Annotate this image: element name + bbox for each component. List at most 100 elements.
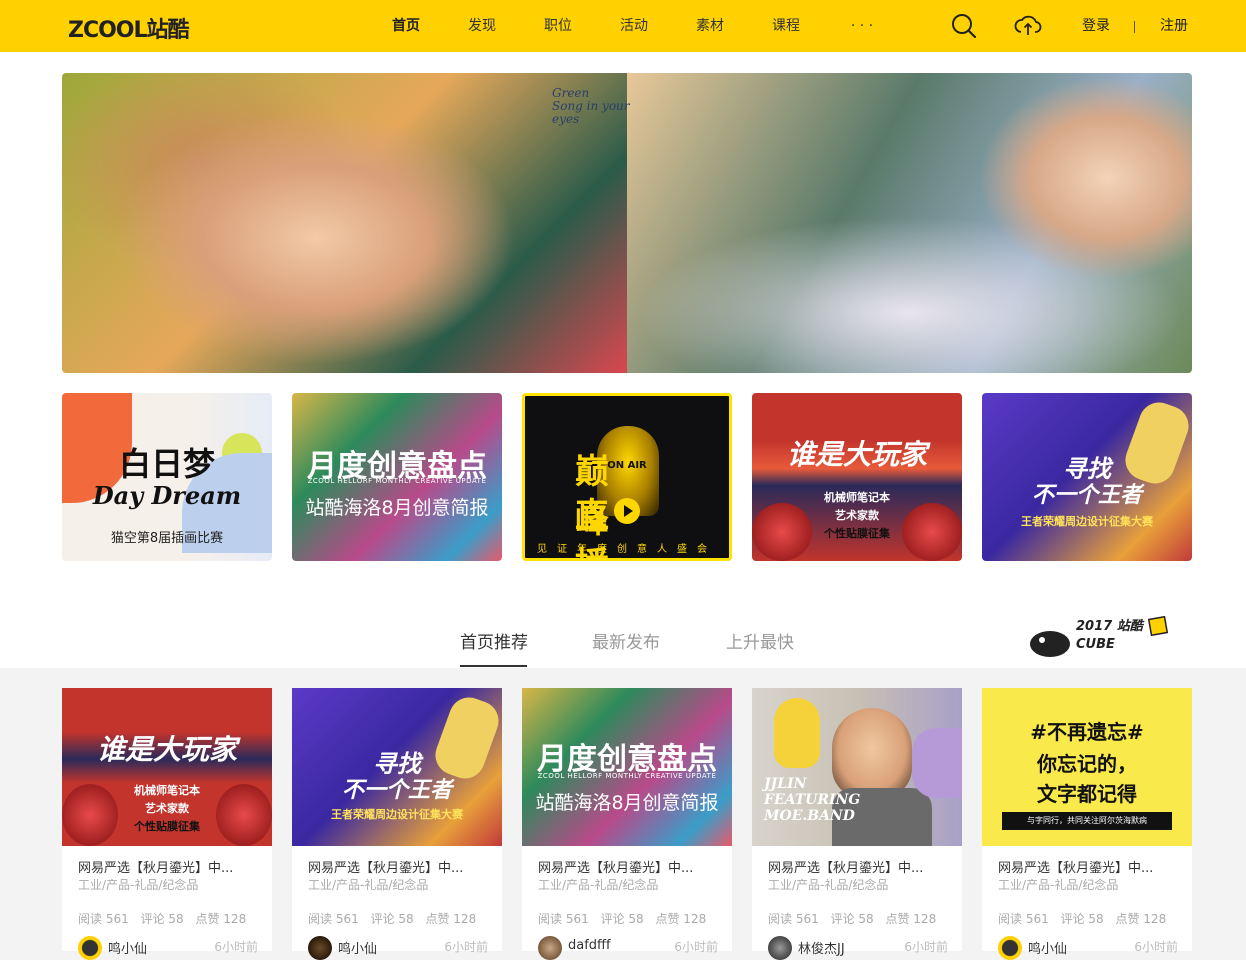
- work-category: 工业/产品-礼品/纪念品: [308, 878, 429, 892]
- nav-item-more[interactable]: · · ·: [824, 0, 900, 52]
- work-thumbnail[interactable]: 谁是大玩家 机械师笔记本 艺术家款 个性贴膜征集: [62, 688, 272, 846]
- nav-item-events[interactable]: 活动: [596, 0, 672, 52]
- work-stats: 阅读 561 评论 58 点赞 128: [308, 910, 484, 927]
- nav-item-discover[interactable]: 发现: [444, 0, 520, 52]
- work-card-grid: 谁是大玩家 机械师笔记本 艺术家款 个性贴膜征集 网易严选【秋月鎏光】中... …: [62, 688, 1192, 960]
- promo-caption: 王者荣耀周边设计征集大赛: [1021, 515, 1153, 528]
- cube-badge[interactable]: 2017 站酷CUBE: [1028, 612, 1178, 664]
- author-row: dafdfff 6小时前: [538, 936, 718, 960]
- work-thumbnail[interactable]: 寻找 不一个王者 王者荣耀周边设计征集大赛: [292, 688, 502, 846]
- banner-photo-right: [627, 73, 1192, 373]
- avatar[interactable]: [308, 936, 332, 960]
- register-link[interactable]: 注册: [1160, 0, 1188, 52]
- tab-trending[interactable]: 上升最快: [726, 628, 794, 653]
- promo-line: 机械师笔记本: [824, 491, 890, 504]
- author-name[interactable]: 鸣小仙: [338, 938, 377, 957]
- author-row: 鸣小仙 6小时前: [308, 936, 488, 960]
- nav-item-home[interactable]: 首页: [368, 0, 444, 52]
- thumb-subtitle: ZCOOL HELLORF MONTHLY CREATIVE UPDATE: [537, 772, 717, 780]
- promo-caption: 见证年度创意人盛会: [537, 544, 717, 555]
- thumb-line: 文字都记得: [1037, 782, 1137, 806]
- main-nav: 首页 发现 职位 活动 素材 课程 · · ·: [368, 0, 900, 52]
- work-card[interactable]: #不再遗忘# 你忘记的， 文字都记得 与字同行，共同关注阿尔茨海默病 网易严选【…: [982, 688, 1192, 960]
- nav-item-materials[interactable]: 素材: [672, 0, 748, 52]
- post-time: 6小时前: [904, 940, 948, 954]
- divider: [1134, 21, 1135, 33]
- work-title[interactable]: 网易严选【秋月鎏光】中...: [78, 857, 258, 876]
- comment-count: 评论 58: [600, 912, 644, 926]
- thumb-line: 艺术家款: [145, 802, 189, 815]
- author-name[interactable]: 鸣小仙: [108, 938, 147, 957]
- work-stats: 阅读 561 评论 58 点赞 128: [768, 910, 944, 927]
- author-name[interactable]: 鸣小仙: [1028, 938, 1067, 957]
- promo-subtitle: ZCOOL HELLORF MONTHLY CREATIVE UPDATE: [307, 477, 487, 485]
- work-card[interactable]: 月度创意盘点 ZCOOL HELLORF MONTHLY CREATIVE UP…: [522, 688, 732, 960]
- nav-item-jobs[interactable]: 职位: [520, 0, 596, 52]
- upload-cloud-icon[interactable]: [1014, 12, 1042, 40]
- zcool-logo[interactable]: ZCOOL站酷: [68, 12, 190, 44]
- work-card[interactable]: 谁是大玩家 机械师笔记本 艺术家款 个性贴膜征集 网易严选【秋月鎏光】中... …: [62, 688, 272, 960]
- post-time: 6小时前: [444, 940, 488, 954]
- work-title[interactable]: 网易严选【秋月鎏光】中...: [998, 857, 1178, 876]
- search-icon[interactable]: [950, 12, 978, 40]
- nav-item-courses[interactable]: 课程: [748, 0, 824, 52]
- play-icon[interactable]: [612, 496, 642, 526]
- toy-figure: [774, 698, 820, 768]
- promo-card-monthly[interactable]: 月度创意盘点 ZCOOL HELLORF MONTHLY CREATIVE UP…: [292, 393, 502, 561]
- author-row: 林俊杰JJ 6小时前: [768, 936, 948, 960]
- work-thumbnail[interactable]: 月度创意盘点 ZCOOL HELLORF MONTHLY CREATIVE UP…: [522, 688, 732, 846]
- work-thumbnail[interactable]: #不再遗忘# 你忘记的， 文字都记得 与字同行，共同关注阿尔茨海默病: [982, 688, 1192, 846]
- work-thumbnail[interactable]: JJLIN FEATURING MOE.BAND: [752, 688, 962, 846]
- work-card[interactable]: 寻找 不一个王者 王者荣耀周边设计征集大赛 网易严选【秋月鎏光】中... 工业/…: [292, 688, 502, 960]
- cube-badge-text: 2017 站酷CUBE: [1076, 619, 1143, 652]
- thumb-line: JJLIN: [764, 776, 807, 792]
- work-stats: 阅读 561 评论 58 点赞 128: [998, 910, 1174, 927]
- post-time: 6小时前: [674, 940, 718, 954]
- hero-banner[interactable]: Green Song in your eyes: [62, 73, 1192, 373]
- read-count: 阅读 561: [308, 912, 359, 926]
- read-count: 阅读 561: [538, 912, 589, 926]
- like-count: 点赞 128: [885, 912, 937, 926]
- work-title[interactable]: 网易严选【秋月鎏光】中...: [768, 857, 948, 876]
- thumb-line: 个性贴膜征集: [134, 820, 200, 833]
- person-photo: [832, 708, 912, 798]
- on-air-label: ON AIR: [607, 460, 647, 471]
- avatar[interactable]: [998, 936, 1022, 960]
- read-count: 阅读 561: [998, 912, 1049, 926]
- avatar[interactable]: [78, 936, 102, 960]
- avatar[interactable]: [768, 936, 792, 960]
- promo-card-king[interactable]: 寻找 不一个王者 王者荣耀周边设计征集大赛: [982, 393, 1192, 561]
- comment-count: 评论 58: [370, 912, 414, 926]
- promo-card-daydream[interactable]: 白日梦 Day Dream 猫空第8届插画比赛: [62, 393, 272, 561]
- login-link[interactable]: 登录: [1082, 0, 1110, 52]
- promo-card-player[interactable]: 谁是大玩家 机械师笔记本 艺术家款 个性贴膜征集: [752, 393, 962, 561]
- comment-count: 评论 58: [140, 912, 184, 926]
- thumb-caption: 站酷海洛8月创意简报: [535, 792, 719, 814]
- work-category: 工业/产品-礼品/纪念品: [998, 878, 1119, 892]
- work-title[interactable]: 网易严选【秋月鎏光】中...: [308, 857, 488, 876]
- avatar[interactable]: [538, 936, 562, 960]
- work-category: 工业/产品-礼品/纪念品: [768, 878, 889, 892]
- promo-row: 白日梦 Day Dream 猫空第8届插画比赛 月度创意盘点 ZCOOL HEL…: [62, 393, 1192, 561]
- like-count: 点赞 128: [425, 912, 477, 926]
- plush-toy: [912, 728, 962, 798]
- author-name[interactable]: 林俊杰JJ: [798, 938, 845, 957]
- promo-card-live[interactable]: 巅峰 直播 ON AIR 见证年度创意人盛会: [522, 393, 732, 561]
- thumb-line: FEATURING: [764, 792, 861, 808]
- read-count: 阅读 561: [768, 912, 819, 926]
- active-tab-indicator: [460, 665, 527, 667]
- promo-subtitle: 不一个王者: [1031, 483, 1142, 508]
- promo-line: 艺术家款: [835, 509, 879, 522]
- work-card[interactable]: JJLIN FEATURING MOE.BAND 网易严选【秋月鎏光】中... …: [752, 688, 962, 960]
- author-row: 鸣小仙 6小时前: [78, 936, 258, 960]
- post-time: 6小时前: [214, 940, 258, 954]
- thumb-line: MOE.BAND: [764, 808, 855, 824]
- promo-subtitle: Day Dream: [92, 481, 242, 510]
- work-title[interactable]: 网易严选【秋月鎏光】中...: [538, 857, 718, 876]
- work-stats: 阅读 561 评论 58 点赞 128: [538, 910, 714, 927]
- comment-count: 评论 58: [830, 912, 874, 926]
- thumb-line: 你忘记的，: [1037, 752, 1137, 776]
- like-count: 点赞 128: [655, 912, 707, 926]
- tab-latest[interactable]: 最新发布: [592, 628, 660, 653]
- tab-recommended[interactable]: 首页推荐: [460, 628, 528, 653]
